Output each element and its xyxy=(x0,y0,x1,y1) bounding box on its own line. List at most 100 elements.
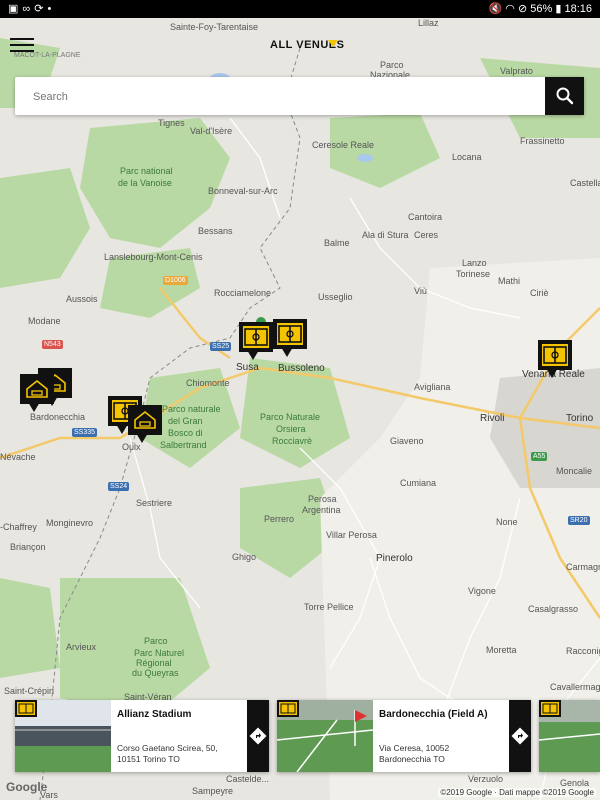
map-label: Bonneval-sur-Arc xyxy=(208,186,278,196)
directions-icon xyxy=(249,727,267,745)
map-label: Balme xyxy=(324,238,350,248)
hamburger-icon-line xyxy=(10,50,34,52)
route-badge: SS24 xyxy=(108,482,130,491)
route-badge: D1006 xyxy=(163,276,188,285)
venue-title: Allianz Stadium xyxy=(117,709,192,720)
status-right: 🔇 ◠ ⊘ 56% ▮ 18:16 xyxy=(489,2,592,15)
map-copyright: ©2019 Google · Dati mappe ©2019 Google xyxy=(438,788,596,797)
map-label: Bussoleno xyxy=(278,363,325,374)
map-label: Régional xyxy=(136,658,172,668)
search-button[interactable] xyxy=(545,77,584,115)
venue-card[interactable]: Allianz Stadium Corso Gaetano Scirea, 50… xyxy=(15,700,269,772)
map-label: Verzuolo xyxy=(468,774,504,784)
infinity-icon: ∞ xyxy=(22,3,35,15)
map-label: Locana xyxy=(452,152,482,162)
search-input[interactable] xyxy=(31,86,535,108)
map-label: Ciriè xyxy=(530,288,549,298)
map-label: Perrero xyxy=(264,514,295,524)
lodging-marker-bardonecchia-2[interactable] xyxy=(20,374,54,412)
map-label: Salbertrand xyxy=(160,440,207,450)
map-label: Ala di Stura xyxy=(362,230,409,240)
battery-icon: ▮ xyxy=(555,3,562,15)
map-label: Ghigo xyxy=(232,552,257,562)
map-label: Castelde... xyxy=(226,774,270,784)
map-label: Casalgrasso xyxy=(528,604,579,614)
map-label: -Chaffrey xyxy=(0,522,37,532)
map-label: Sampeyre xyxy=(192,786,234,796)
search-icon xyxy=(556,87,574,105)
field-marker-venaria[interactable] xyxy=(538,340,572,378)
map-label: Cantoira xyxy=(408,212,443,222)
address-line: 10151 Torino TO xyxy=(117,754,180,764)
map-label: Cavallermag xyxy=(550,682,600,692)
directions-button[interactable] xyxy=(509,700,531,772)
map-label: Bessans xyxy=(198,226,233,236)
address-line: Corso Gaetano Scirea, 50, xyxy=(117,743,218,753)
field-icon xyxy=(542,344,568,366)
mute-icon: 🔇 xyxy=(488,3,503,15)
dot-icon: • xyxy=(47,3,56,15)
hamburger-icon-line xyxy=(10,44,34,46)
address-line: Via Ceresa, 10052 xyxy=(379,743,450,753)
map-label: Sestriere xyxy=(136,498,173,508)
map-label: Monginevro xyxy=(46,518,94,528)
map-label: Cumiana xyxy=(400,478,437,488)
map-label: Arvieux xyxy=(66,642,97,652)
map-label: Chiomonte xyxy=(186,378,230,388)
map-label: Perosa xyxy=(308,494,337,504)
map-label: Modane xyxy=(28,316,61,326)
map-label: Genola xyxy=(560,778,590,788)
google-logo: Google xyxy=(6,780,48,794)
field-icon xyxy=(277,700,299,717)
map-label: Parco naturale xyxy=(162,404,221,414)
map-label: Bardonecchia xyxy=(30,412,86,422)
venue-cards-carousel[interactable]: Allianz Stadium Corso Gaetano Scirea, 50… xyxy=(0,700,600,774)
map-label: du Queyras xyxy=(132,668,179,678)
map-label: Tignes xyxy=(158,118,185,128)
battery-level: 56% xyxy=(530,3,553,15)
map-label: Castella xyxy=(570,178,600,188)
map-label: Rocciavrè xyxy=(272,436,313,446)
lodging-marker-oulx[interactable] xyxy=(128,405,162,443)
route-badge: A55 xyxy=(531,452,548,461)
map-label: del Gran xyxy=(168,416,203,426)
map-canvas[interactable] xyxy=(0,18,600,800)
field-icon xyxy=(243,326,269,348)
map-label: Ceresole Reale xyxy=(312,140,375,150)
map-label: Parco xyxy=(144,636,168,646)
map-label: Susa xyxy=(236,362,259,373)
field-marker-bussoleno[interactable] xyxy=(273,319,307,357)
map-label: Saint-Crépin xyxy=(4,686,55,696)
map-label: Avigliana xyxy=(414,382,451,392)
field-icon xyxy=(277,323,303,345)
menu-button[interactable] xyxy=(10,34,34,54)
photo-icon: ▣ xyxy=(8,3,23,15)
venue-title: Bardonecchia (Field A) xyxy=(379,709,488,720)
field-marker-susa[interactable] xyxy=(239,322,273,360)
top-bar: ALL VENUES xyxy=(0,18,600,70)
venue-card-partial[interactable] xyxy=(539,700,600,772)
map-label: Orsiera xyxy=(276,424,306,434)
map-label: Rivoli xyxy=(480,413,505,424)
map-label: Racconigi xyxy=(566,646,600,656)
map-label: Frassinetto xyxy=(520,136,565,146)
map-label: Mathi xyxy=(498,276,521,286)
map-label: Parc national xyxy=(120,166,173,176)
map-label: de la Vanoise xyxy=(118,178,172,188)
map-label: Viù xyxy=(414,286,427,296)
map-label: Névache xyxy=(0,452,36,462)
directions-button[interactable] xyxy=(247,700,269,772)
chevron-down-icon[interactable] xyxy=(328,40,338,47)
map-label: Briançon xyxy=(10,542,46,552)
search-bar xyxy=(15,77,584,115)
map-label: Carmagno xyxy=(566,562,600,572)
map-label: None xyxy=(496,517,518,527)
route-badge: SS335 xyxy=(72,428,98,437)
map-label: Vigone xyxy=(468,586,496,596)
map-label: Argentina xyxy=(302,505,341,515)
venue-address: Via Ceresa, 10052 Bardonecchia TO xyxy=(379,743,509,765)
map-label: Torre Pellice xyxy=(304,602,354,612)
notification-icons: ▣∞⟳• xyxy=(8,2,55,15)
clock: 18:16 xyxy=(564,3,592,15)
venue-card[interactable]: Bardonecchia (Field A) Via Ceresa, 10052… xyxy=(277,700,531,772)
